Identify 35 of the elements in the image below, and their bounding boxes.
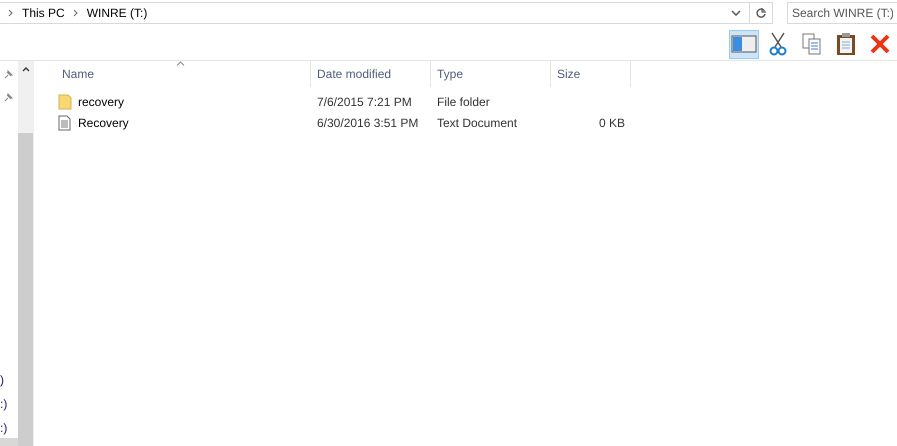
column-header[interactable]: Name xyxy=(56,61,311,87)
date-modified: 7/6/2015 7:21 PM xyxy=(317,94,412,108)
search-field[interactable]: Search WINRE (T:) xyxy=(787,2,897,24)
address-bar[interactable]: This PC WINRE (T:) xyxy=(0,2,773,24)
chevron-icon xyxy=(8,9,14,17)
document-icon xyxy=(58,114,72,130)
chevron-icon xyxy=(72,9,79,17)
preview-pane-icon xyxy=(731,34,757,54)
file-type: File folder xyxy=(437,94,490,108)
nav-item[interactable]: :) xyxy=(0,397,18,411)
refresh-icon xyxy=(755,7,767,19)
scissors-icon xyxy=(769,32,787,56)
scrollbar[interactable] xyxy=(18,61,33,446)
file-type: Text Document xyxy=(437,116,518,130)
file-name[interactable]: recovery xyxy=(78,94,124,108)
pin-icon[interactable] xyxy=(4,70,13,79)
column-header[interactable]: Type xyxy=(431,61,551,87)
copy-icon xyxy=(802,33,822,55)
column-header[interactable]: Size xyxy=(551,61,631,87)
date-modified: 6/30/2016 3:51 PM xyxy=(317,116,418,130)
nav-item[interactable]: :) xyxy=(0,421,18,435)
nav-item[interactable]: ) xyxy=(0,373,18,387)
pin-icon[interactable] xyxy=(4,93,13,102)
delete-icon xyxy=(870,34,890,54)
file-name[interactable]: Recovery xyxy=(78,116,129,130)
dropdown-icon[interactable] xyxy=(731,10,741,16)
scroll-up-icon[interactable] xyxy=(22,66,30,72)
column-title: Name xyxy=(62,67,94,81)
breadcrumb[interactable]: WINRE (T:) xyxy=(86,6,148,20)
column-header[interactable]: Date modified xyxy=(311,61,431,87)
preview-pane-button[interactable] xyxy=(729,30,759,58)
file-size: 0 KB xyxy=(598,116,625,130)
breadcrumb[interactable]: This PC xyxy=(22,6,65,20)
clipboard-icon xyxy=(836,32,856,56)
folder-icon xyxy=(58,94,72,110)
